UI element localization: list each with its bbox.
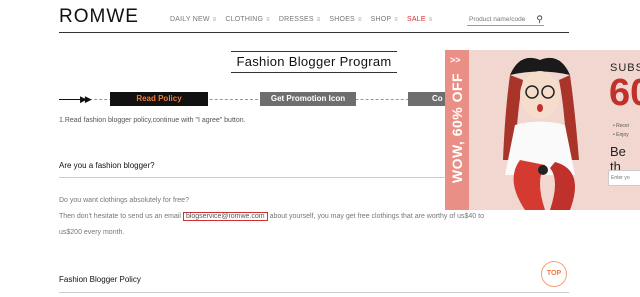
menu-icon: ≡ <box>266 16 270 23</box>
menu-icon: ≡ <box>212 16 217 23</box>
popup-vertical-label: WOW, 60% OFF <box>449 72 465 184</box>
text-after-email: about yourself, you may get free clothin… <box>269 213 484 220</box>
popup-bullet: • Enjoy <box>613 132 629 138</box>
body-paragraph: Then don't hesitate to send us an email … <box>59 210 484 224</box>
nav-dresses[interactable]: DRESSES ≡ <box>279 16 321 23</box>
step-complete[interactable]: Co <box>408 92 448 106</box>
nav-shop[interactable]: SHOP ≡ <box>371 16 398 23</box>
body-paragraph: Do you want clothings absolutely for fre… <box>59 197 189 204</box>
menu-icon: ≡ <box>394 16 398 23</box>
popup-email-input[interactable] <box>608 170 640 186</box>
nav-daily-new[interactable]: DAILY NEW ≡ <box>170 16 216 23</box>
step-read-policy[interactable]: Read Policy <box>110 92 208 106</box>
logo[interactable]: ROMWE <box>59 6 139 28</box>
main-nav: DAILY NEW ≡ CLOTHING ≡ DRESSES ≡ SHOES ≡ SHO… <box>170 16 441 23</box>
menu-icon: ≡ <box>316 16 321 23</box>
nav-label: DAILY NEW <box>170 16 210 23</box>
nav-label: DRESSES <box>278 16 314 23</box>
menu-icon: ≡ <box>428 16 433 23</box>
search-input[interactable] <box>469 15 535 23</box>
popup-bullets: • Recei • Enjoy <box>613 122 629 140</box>
back-to-top-button[interactable]: TOP <box>541 261 567 287</box>
popup-discount: 60 <box>609 72 640 114</box>
search-icon[interactable]: ⚲ <box>536 14 543 25</box>
menu-icon: ≡ <box>357 16 362 23</box>
nav-label: SHOES <box>329 16 355 23</box>
header-divider <box>59 32 569 33</box>
email-link[interactable]: blogservice@romwe.com <box>182 212 268 221</box>
promo-popup: >> WOW, 60% OFF SUBS 60 • Recei • Enjoy … <box>445 50 640 210</box>
model-photo <box>475 50 605 210</box>
section-title-policy: Fashion Blogger Policy <box>59 275 141 284</box>
nav-sale[interactable]: SALE ≡ <box>407 16 432 23</box>
instruction-text: 1.Read fashion blogger policy,continue w… <box>59 117 246 124</box>
double-arrow-icon: ▶▶ <box>80 94 92 104</box>
step-get-promotion-icon[interactable]: Get Promotion Icon <box>260 92 356 106</box>
section-title-blogger: Are you a fashion blogger? <box>59 161 155 170</box>
nav-clothing[interactable]: CLOTHING ≡ <box>225 16 269 23</box>
nav-label: CLOTHING <box>225 16 264 23</box>
popup-bullet: • Recei <box>613 123 629 129</box>
section-divider <box>59 292 569 293</box>
nav-shoes[interactable]: SHOES ≡ <box>329 16 361 23</box>
text-before-email: Then don't hesitate to send us an email <box>59 213 181 220</box>
body-paragraph: us$200 every month. <box>59 229 125 236</box>
nav-label: SALE <box>406 16 426 23</box>
search-box: ⚲ <box>467 13 544 26</box>
nav-label: SHOP <box>370 16 392 23</box>
page-title: Fashion Blogger Program <box>231 51 397 73</box>
